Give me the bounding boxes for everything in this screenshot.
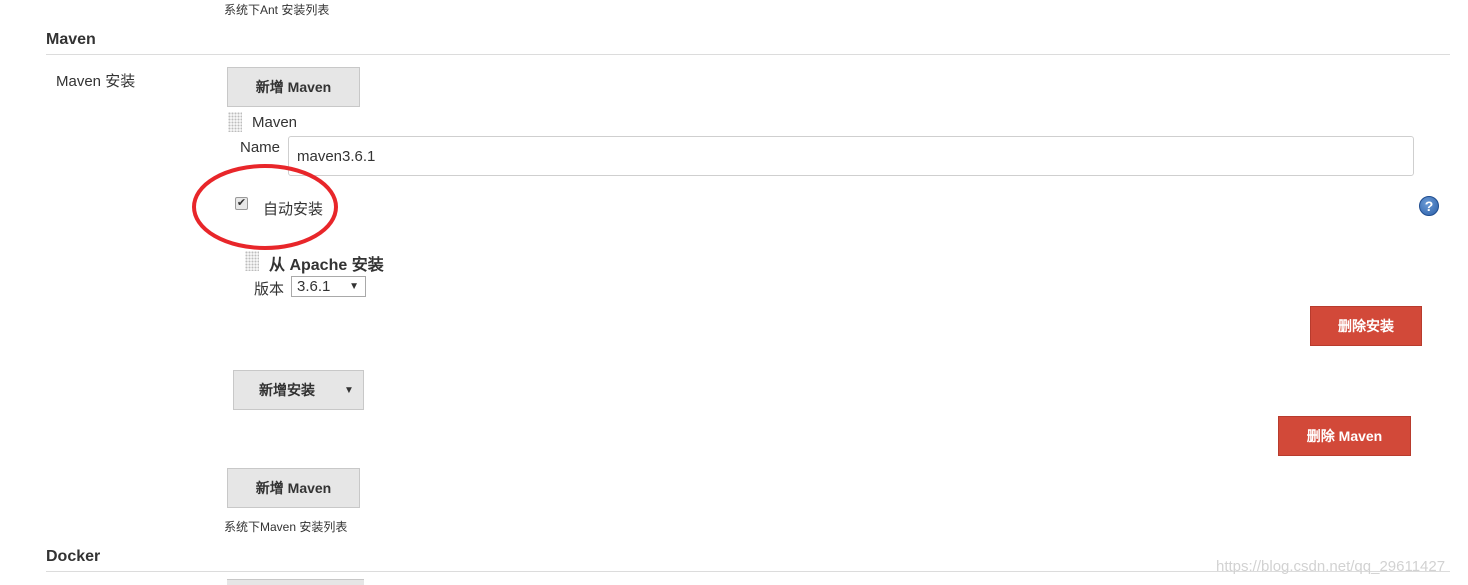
add-maven-button-top[interactable]: 新增 Maven — [227, 67, 360, 107]
maven-section-divider — [46, 54, 1450, 55]
drag-handle-icon[interactable] — [245, 251, 259, 271]
ant-installations-note: 系统下Ant 安装列表 — [224, 3, 330, 17]
version-label: 版本 — [254, 281, 285, 298]
delete-installer-button[interactable]: 删除安装 — [1310, 306, 1422, 346]
installer-title: 从 Apache 安装 — [269, 257, 384, 274]
delete-maven-button[interactable]: 删除 Maven — [1278, 416, 1411, 456]
version-selected-value: 3.6.1 — [297, 278, 331, 295]
maven-installations-label: Maven 安装 — [56, 73, 136, 90]
caret-down-icon: ▼ — [349, 281, 359, 292]
version-select[interactable]: 3.6.1 ▼ — [291, 276, 366, 297]
caret-down-icon: ▼ — [344, 384, 354, 396]
maven-installations-note: 系统下Maven 安装列表 — [224, 520, 348, 534]
highlight-circle-annotation — [192, 164, 338, 250]
drag-handle-icon[interactable] — [228, 112, 242, 132]
maven-section-title: Maven — [46, 31, 96, 48]
add-maven-button-bottom[interactable]: 新增 Maven — [227, 468, 360, 508]
docker-add-button-partial[interactable] — [227, 579, 364, 585]
add-installer-label: 新增安装 — [259, 382, 315, 398]
maven-name-input[interactable]: maven3.6.1 — [288, 136, 1414, 176]
docker-section-title: Docker — [46, 548, 101, 565]
name-label: Name — [240, 139, 281, 156]
help-icon[interactable]: ? — [1419, 196, 1439, 216]
watermark-text: https://blog.csdn.net/qq_29611427 — [1216, 558, 1446, 575]
add-installer-dropdown-button[interactable]: 新增安装 ▼ — [233, 370, 364, 410]
maven-block-title: Maven — [252, 114, 298, 131]
